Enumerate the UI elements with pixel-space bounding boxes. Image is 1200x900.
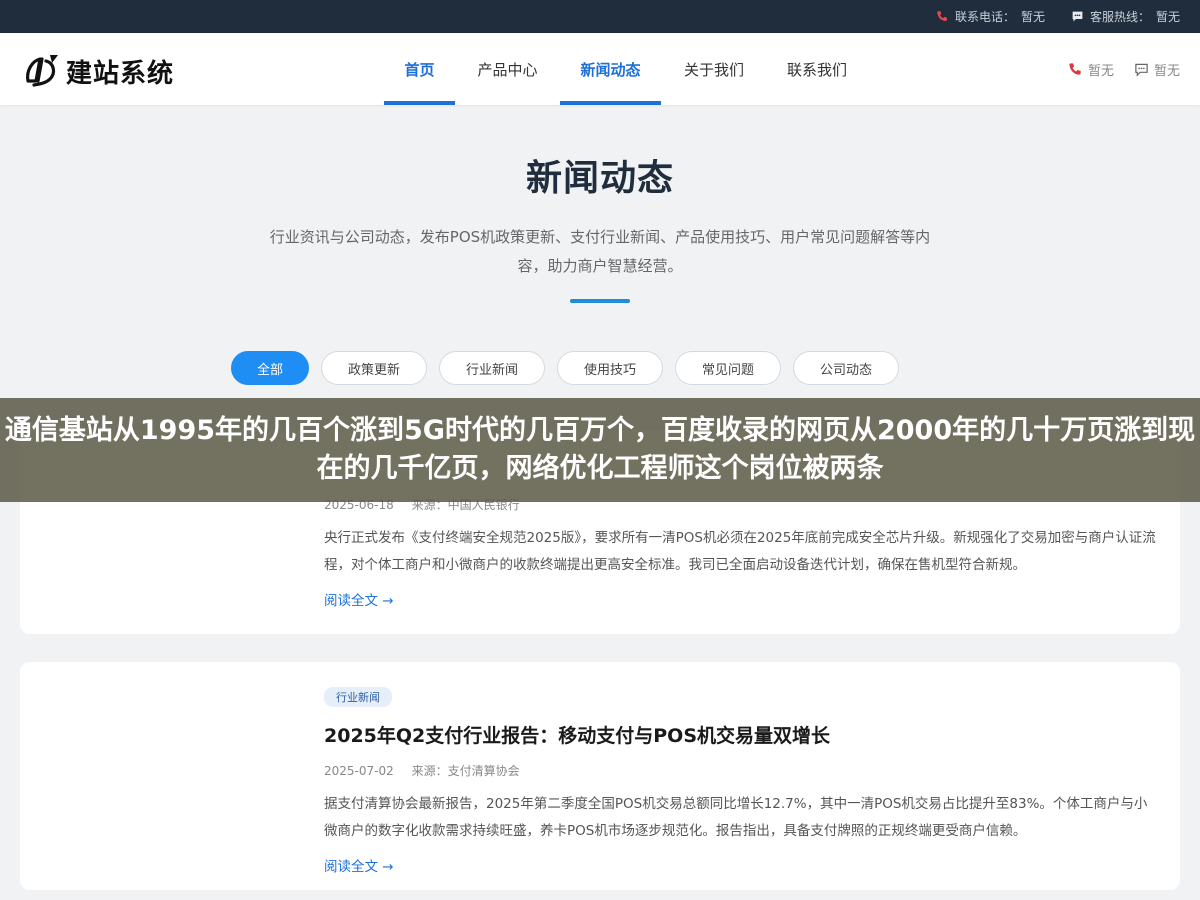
logo-mark-icon bbox=[26, 55, 58, 87]
topbar-phone-label: 联系电话： bbox=[954, 10, 1015, 24]
article-body: 行业新闻 2025年Q2支付行业报告：移动支付与POS机交易量双增长 2025-… bbox=[324, 686, 1156, 875]
site-header: 建站系统 首页 产品中心 新闻动态 关于我们 联系我们 暂无 暂无 bbox=[0, 33, 1200, 105]
article-tag: 行业新闻 bbox=[324, 687, 392, 707]
phone-icon bbox=[1069, 62, 1081, 75]
nav-item-about[interactable]: 关于我们 bbox=[661, 33, 767, 105]
phone-icon bbox=[937, 11, 947, 21]
article-title[interactable]: 2025年Q2支付行业报告：移动支付与POS机交易量双增长 bbox=[324, 721, 1156, 748]
header-contact: 暂无 暂无 bbox=[1068, 33, 1180, 105]
filter-company[interactable]: 公司动态 bbox=[793, 351, 899, 385]
main-nav: 首页 产品中心 新闻动态 关于我们 联系我们 bbox=[384, 33, 867, 105]
read-more-link[interactable]: 阅读全文 → bbox=[324, 589, 1156, 609]
article-date: 2025-07-02 bbox=[324, 764, 394, 778]
category-filters: 全部 政策更新 行业新闻 使用技巧 常见问题 公司动态 bbox=[0, 351, 1200, 385]
top-info-bar: 联系电话： 暂无 客服热线： 暂无 bbox=[0, 0, 1200, 33]
overlay-banner: 通信基站从1995年的几百个涨到5G时代的几百万个，百度收录的网页从2000年的… bbox=[0, 398, 1200, 502]
site-logo[interactable]: 建站系统 bbox=[22, 51, 174, 91]
topbar-hotline-value: 暂无 bbox=[1155, 10, 1180, 24]
nav-item-products[interactable]: 产品中心 bbox=[455, 33, 560, 105]
nav-item-news[interactable]: 新闻动态 bbox=[560, 33, 661, 105]
title-underline bbox=[570, 299, 630, 303]
chat-icon bbox=[1135, 63, 1148, 77]
filter-tips[interactable]: 使用技巧 bbox=[557, 351, 663, 385]
topbar-phone-value: 暂无 bbox=[1020, 10, 1045, 24]
topbar-hotline-label: 客服热线： bbox=[1089, 10, 1150, 24]
article-meta: 2025-07-02 来源：支付清算协会 bbox=[324, 762, 1156, 779]
article-card[interactable]: 行业新闻 2025年Q2支付行业报告：移动支付与POS机交易量双增长 2025-… bbox=[20, 662, 1180, 890]
page-title: 新闻动态 bbox=[525, 158, 674, 199]
logo-text: 建站系统 bbox=[66, 58, 175, 89]
header-phone-value: 暂无 bbox=[1087, 63, 1114, 79]
header-chat[interactable]: 暂无 bbox=[1134, 60, 1180, 79]
page-description: 行业资讯与公司动态，发布POS机政策更新、支付行业新闻、产品使用技巧、用户常见问… bbox=[269, 228, 931, 275]
topbar-phone: 联系电话： 暂无 bbox=[936, 8, 1045, 25]
article-source: 来源：支付清算协会 bbox=[411, 764, 520, 778]
chat-icon bbox=[1072, 11, 1083, 22]
page-hero: 新闻动态 行业资讯与公司动态，发布POS机政策更新、支付行业新闻、产品使用技巧、… bbox=[0, 105, 1200, 303]
topbar-hotline: 客服热线： 暂无 bbox=[1071, 8, 1180, 25]
article-body: 2025-06-18 来源：中国人民银行 央行正式发布《支付终端安全规范2025… bbox=[324, 496, 1156, 609]
nav-item-contact[interactable]: 联系我们 bbox=[767, 33, 867, 105]
read-more-link[interactable]: 阅读全文 → bbox=[324, 855, 1156, 875]
header-chat-value: 暂无 bbox=[1153, 63, 1180, 79]
article-excerpt: 据支付清算协会最新报告，2025年第二季度全国POS机交易总额同比增长12.7%… bbox=[324, 796, 1148, 839]
header-phone[interactable]: 暂无 bbox=[1068, 60, 1114, 79]
nav-item-home[interactable]: 首页 bbox=[384, 33, 455, 105]
filter-all[interactable]: 全部 bbox=[231, 351, 309, 385]
filter-faq[interactable]: 常见问题 bbox=[675, 351, 781, 385]
banner-text: 通信基站从1995年的几百个涨到5G时代的几百万个，百度收录的网页从2000年的… bbox=[4, 415, 1196, 484]
filter-industry[interactable]: 行业新闻 bbox=[439, 351, 545, 385]
article-excerpt: 央行正式发布《支付终端安全规范2025版》，要求所有一清POS机必须在2025年… bbox=[324, 530, 1156, 573]
filter-policy[interactable]: 政策更新 bbox=[321, 351, 427, 385]
